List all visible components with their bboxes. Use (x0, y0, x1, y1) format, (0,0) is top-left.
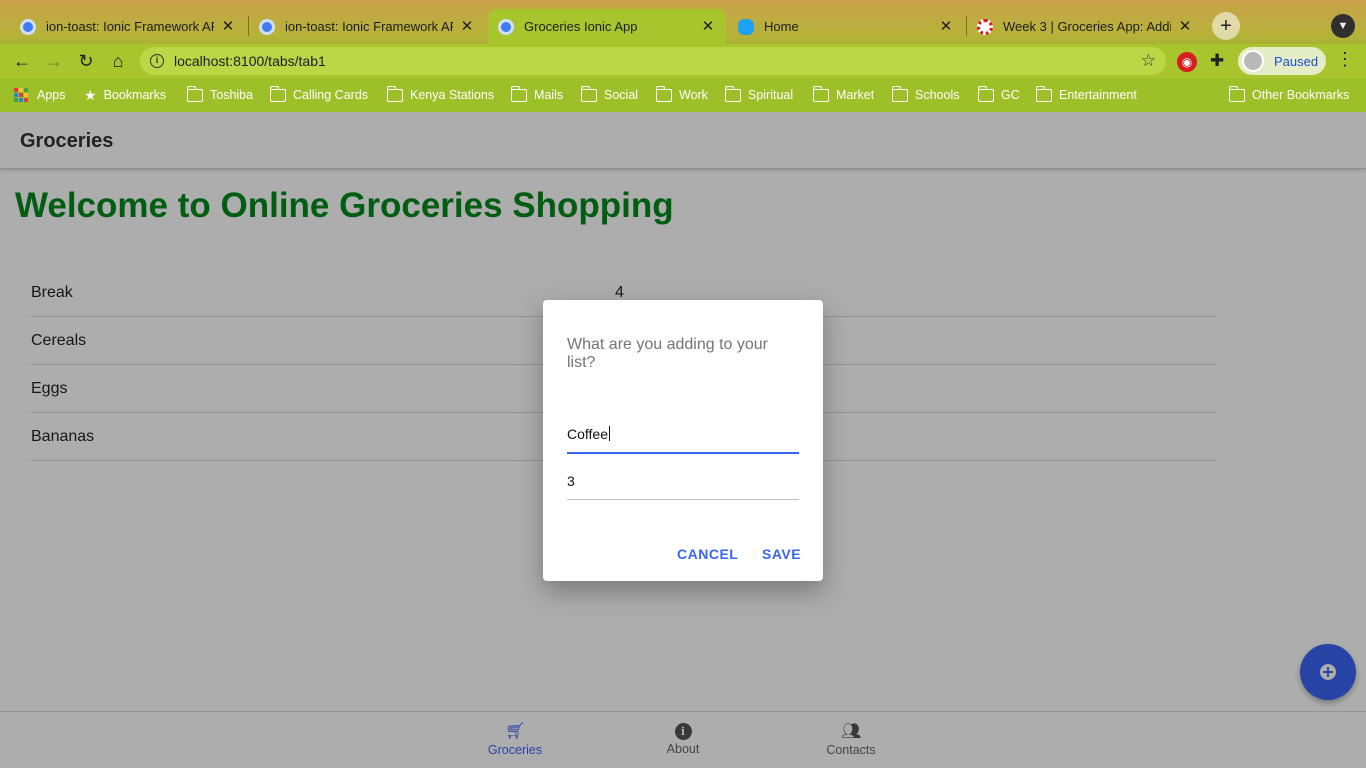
folder-icon (977, 85, 994, 102)
bookmark-label: Spiritual (748, 88, 794, 102)
tab-close-icon[interactable]: ✕ (938, 18, 954, 35)
browser-tab-5[interactable]: Week 3 | Groceries App: Adding ✕ (967, 9, 1203, 44)
text-caret (609, 426, 610, 441)
puzzle-extensions-icon[interactable]: ✚ (1210, 51, 1224, 71)
extension-icon[interactable]: ◉ (1177, 52, 1197, 72)
tab-strip: ion-toast: Ionic Framework API ✕ ion-toa… (0, 0, 1366, 44)
bookmark-label: Social (604, 88, 639, 102)
tab-title: Home (764, 19, 799, 34)
browser-tab-3-active[interactable]: Groceries Ionic App ✕ (488, 9, 726, 44)
item-name-value: Coffee (567, 426, 608, 442)
folder-icon (812, 85, 829, 102)
bookmark-apps[interactable]: Apps (14, 86, 66, 104)
browser-toolbar: ← → ↻ ⌂ i localhost:8100/tabs/tab1 ☆ ◉ ✚… (0, 44, 1366, 78)
add-item-dialog: What are you adding to your list? Coffee… (543, 300, 823, 581)
item-name-input[interactable]: Coffee (567, 426, 799, 454)
bookmark-label: GC (1001, 88, 1020, 102)
tab-search-button[interactable]: ▼ (1331, 14, 1355, 38)
bookmark-star-icon[interactable]: ☆ (1141, 51, 1156, 71)
tab-close-icon[interactable]: ✕ (1177, 18, 1193, 35)
more-menu-icon[interactable]: ⋮ (1336, 49, 1354, 70)
reload-icon[interactable]: ↻ (74, 49, 98, 73)
bookmark-folder-social[interactable]: Social (580, 85, 639, 104)
folder-icon (724, 85, 741, 102)
star-icon: ★ (84, 86, 97, 103)
bookmark-label: Market (836, 88, 875, 102)
bookmark-label: Apps (37, 88, 66, 102)
cloud-favicon-icon (738, 18, 754, 35)
tab-title: ion-toast: Ionic Framework API (46, 19, 214, 34)
profile-button[interactable]: Paused (1238, 47, 1326, 75)
folder-icon (269, 85, 286, 102)
home-icon[interactable]: ⌂ (106, 49, 130, 73)
tab-favicon-icon (498, 18, 514, 35)
quantity-input[interactable]: 3 (567, 473, 799, 500)
bookmark-folder-entertainment[interactable]: Entertainment (1035, 85, 1137, 104)
tab-close-icon[interactable]: ✕ (459, 18, 475, 35)
apps-icon (14, 88, 28, 102)
bookmark-label: Other Bookmarks (1252, 88, 1350, 102)
folder-icon (1228, 85, 1245, 102)
bookmark-folder-calling-cards[interactable]: Calling Cards (269, 85, 369, 104)
tab-close-icon[interactable]: ✕ (220, 18, 236, 35)
dialog-message: What are you adding to your list? (567, 336, 769, 371)
bookmark-folder-mails[interactable]: Mails (510, 85, 564, 104)
folder-icon (580, 85, 597, 102)
browser-tab-4[interactable]: Home ✕ (728, 9, 964, 44)
address-bar[interactable]: i localhost:8100/tabs/tab1 ☆ (140, 47, 1166, 75)
bookmark-label: Entertainment (1059, 88, 1137, 102)
bookmark-label: Bookmarks (103, 88, 167, 102)
bookmark-label: Work (679, 88, 708, 102)
browser-tab-2[interactable]: ion-toast: Ionic Framework API ✕ (249, 9, 485, 44)
bookmark-folder-gc[interactable]: GC (977, 85, 1020, 104)
bookmark-label: Toshiba (210, 88, 254, 102)
bookmark-folder-schools[interactable]: Schools (891, 85, 960, 104)
forward-icon[interactable]: → (42, 49, 66, 73)
bookmark-folder-other-bookmarks[interactable]: Other Bookmarks (1228, 85, 1350, 104)
folder-icon (186, 85, 203, 102)
bookmark-folder-work[interactable]: Work (655, 85, 708, 104)
quantity-value: 3 (567, 473, 575, 489)
cancel-button[interactable]: CANCEL (677, 546, 738, 562)
bookmark-folder-toshiba[interactable]: Toshiba (186, 85, 254, 104)
tab-title: Groceries Ionic App (524, 19, 638, 34)
new-tab-button[interactable]: + (1212, 12, 1240, 40)
bookmark-bookmarks[interactable]: ★ Bookmarks (84, 86, 166, 104)
tab-close-icon[interactable]: ✕ (700, 18, 716, 35)
folder-icon (386, 85, 403, 102)
bookmark-label: Schools (915, 88, 960, 102)
bookmark-folder-kenya-stations[interactable]: Kenya Stations (386, 85, 495, 104)
save-button[interactable]: SAVE (762, 546, 801, 562)
folder-icon (655, 85, 672, 102)
tab-favicon-icon (977, 18, 993, 35)
back-icon[interactable]: ← (10, 49, 34, 73)
tab-title: Week 3 | Groceries App: Adding (1003, 19, 1171, 34)
bookmark-label: Mails (534, 88, 564, 102)
bookmark-label: Kenya Stations (410, 88, 495, 102)
bookmarks-bar: Apps ★ Bookmarks Toshiba Calling Cards K… (0, 78, 1366, 112)
url-text[interactable]: localhost:8100/tabs/tab1 (174, 53, 326, 69)
profile-status: Paused (1274, 53, 1319, 69)
bookmark-folder-spiritual[interactable]: Spiritual (724, 85, 794, 104)
bookmark-folder-market[interactable]: Market (812, 85, 875, 104)
avatar (1242, 50, 1264, 72)
site-info-icon[interactable]: i (150, 54, 164, 68)
tab-favicon-icon (259, 18, 275, 35)
tab-favicon-icon (20, 18, 36, 35)
browser-tab-1[interactable]: ion-toast: Ionic Framework API ✕ (10, 9, 246, 44)
tab-title: ion-toast: Ionic Framework API (285, 19, 453, 34)
bookmark-label: Calling Cards (293, 88, 369, 102)
browser-chrome: ion-toast: Ionic Framework API ✕ ion-toa… (0, 0, 1366, 112)
folder-icon (510, 85, 527, 102)
folder-icon (891, 85, 908, 102)
folder-icon (1035, 85, 1052, 102)
